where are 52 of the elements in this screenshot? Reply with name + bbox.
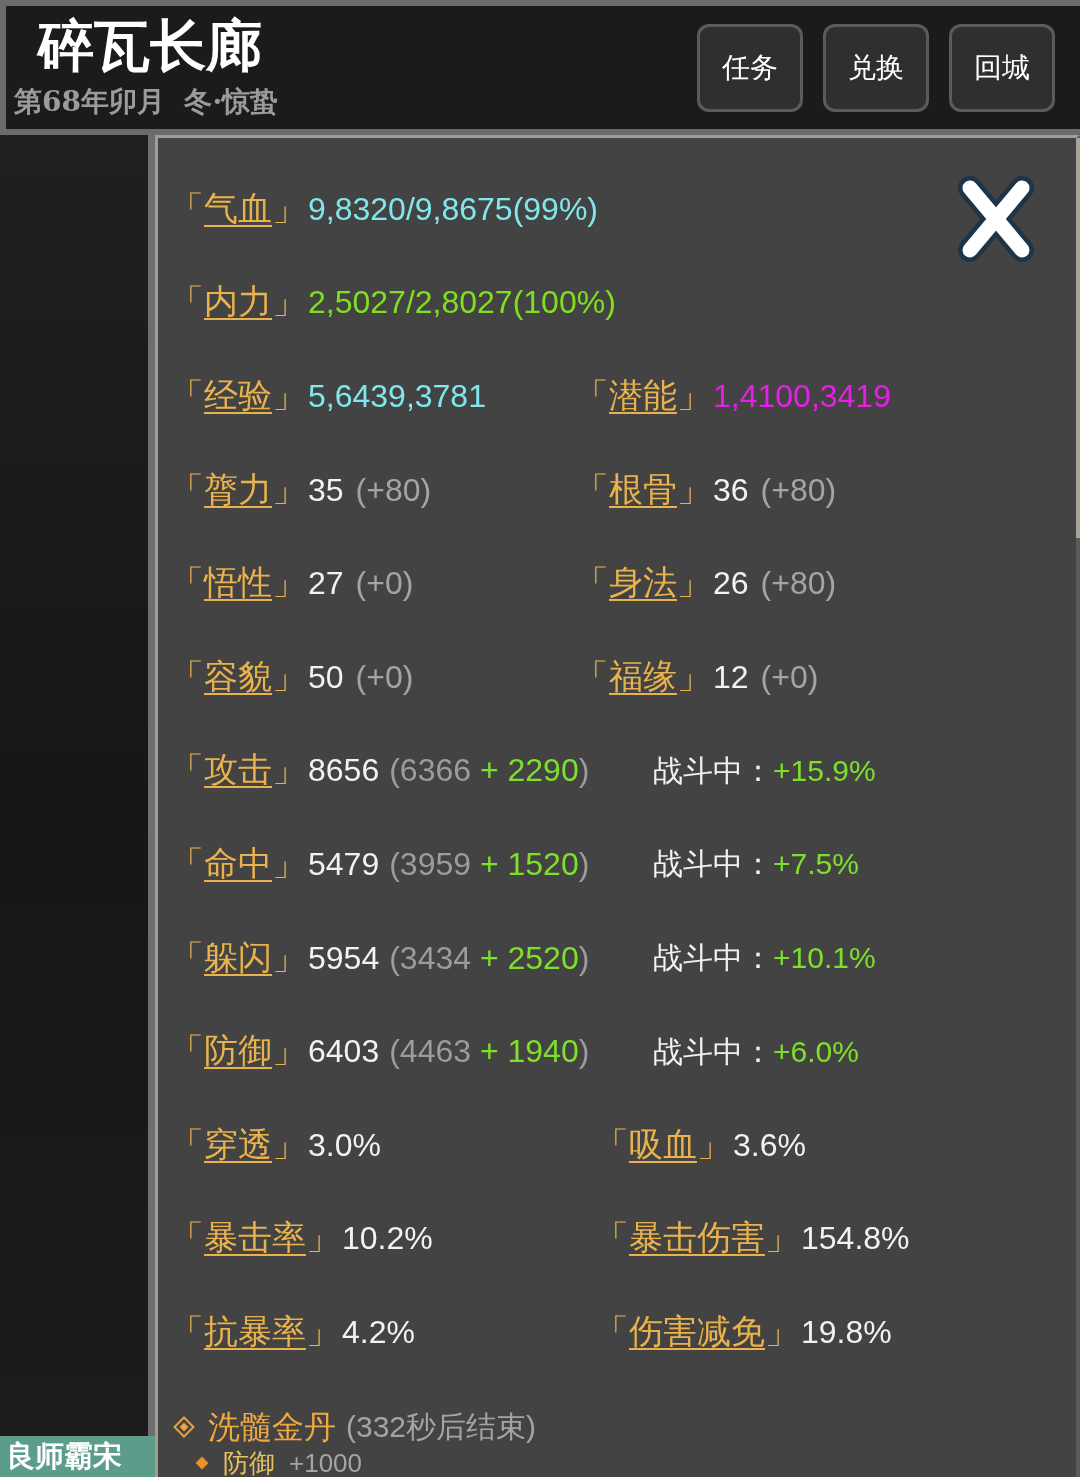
stat-value: 1,4100,3419 xyxy=(713,377,891,416)
stat-value: 9,8320/9,8675(99%) xyxy=(308,189,598,229)
diamond-bullet-icon xyxy=(195,1455,209,1470)
menu-button[interactable]: 回城 xyxy=(949,23,1055,112)
stat-value: 2,5027/2,8027(100%) xyxy=(308,283,616,323)
stat-value: 3.0% xyxy=(308,1125,381,1165)
stat-breakdown: (3959 + 1520) xyxy=(389,844,590,884)
buff-timer: (332秒后结束) xyxy=(346,1409,537,1446)
diamond-bullet-icon xyxy=(173,1415,195,1438)
stat-value: 35 xyxy=(308,470,344,510)
stat-value: 5479 xyxy=(308,844,380,884)
stat-value: 8656 xyxy=(308,751,380,791)
stat-value: 27 xyxy=(308,564,344,604)
stat-value: 50 xyxy=(308,657,344,697)
in-combat-bonus: +10.1% xyxy=(773,940,876,977)
stat-bonus: (+80) xyxy=(760,470,837,510)
stat-value: 10.2% xyxy=(342,1219,433,1259)
stat-bonus: (+0) xyxy=(760,657,819,697)
close-icon[interactable] xyxy=(956,174,1036,264)
menu-button[interactable]: 兑换 xyxy=(823,23,929,112)
stat-bonus: (+80) xyxy=(760,564,837,604)
stat-value: 3.6% xyxy=(733,1125,806,1165)
stat-breakdown: (4463 + 1940) xyxy=(389,1032,590,1072)
date-text: 第68年卯月 冬·惊蛰 xyxy=(13,86,279,118)
stat-breakdown: (3434 + 2520) xyxy=(389,938,590,978)
location-title: 碎瓦长廊 xyxy=(35,14,263,76)
scrollbar-thumb[interactable] xyxy=(1076,138,1080,538)
stat-value: 12 xyxy=(713,657,749,697)
in-combat-label: 战斗中： xyxy=(653,752,773,789)
stat-bonus: (+0) xyxy=(355,657,414,697)
effect-name: 防御 xyxy=(223,1448,275,1477)
stat-value: 26 xyxy=(713,564,749,604)
stat-value: 5,6439,3781 xyxy=(308,377,486,416)
mentor-tag: 良师霸宋 xyxy=(0,1436,155,1477)
stat-value: 36 xyxy=(713,470,749,510)
stat-bonus: (+0) xyxy=(355,564,414,604)
buff-name: 洗髓金丹 xyxy=(208,1407,336,1447)
stat-value: 4.2% xyxy=(342,1312,415,1352)
in-combat-label: 战斗中： xyxy=(653,940,773,977)
effect-value: +1000 xyxy=(289,1448,363,1477)
stat-value: 19.8% xyxy=(801,1312,892,1352)
stat-value: 5954 xyxy=(308,938,380,978)
in-combat-label: 战斗中： xyxy=(653,846,773,883)
stat-value: 154.8% xyxy=(801,1219,910,1259)
menu-button[interactable]: 任务 xyxy=(697,23,803,112)
in-combat-bonus: +15.9% xyxy=(773,752,876,789)
stat-breakdown: (6366 + 2290) xyxy=(389,751,590,791)
stat-value: 6403 xyxy=(308,1032,380,1072)
in-combat-label: 战斗中： xyxy=(653,1033,773,1070)
in-combat-bonus: +6.0% xyxy=(773,1033,859,1070)
stat-bonus: (+80) xyxy=(355,470,432,510)
in-combat-bonus: +7.5% xyxy=(773,846,859,883)
